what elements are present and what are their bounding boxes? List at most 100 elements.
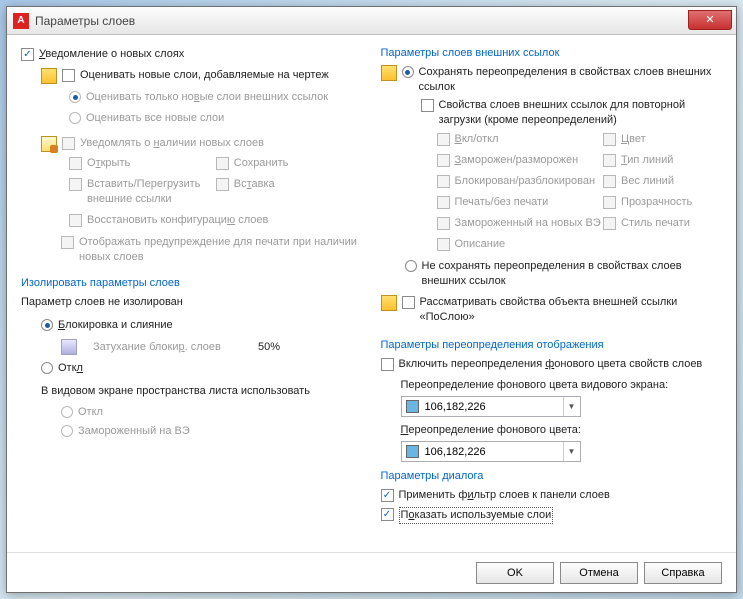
- paperspace-label: В видовом экране пространства листа испо…: [41, 384, 310, 399]
- save-override-label: Сохранять переопределения в свойствах сл…: [419, 65, 723, 95]
- frozen-label: Заморожен/разморожен: [455, 153, 579, 168]
- chevron-down-icon: ▼: [563, 397, 580, 416]
- help-button[interactable]: Справка: [644, 562, 722, 584]
- frozen-vp-radio: [61, 425, 73, 437]
- xref-section-title: Параметры слоев внешних ссылок: [381, 47, 723, 59]
- dialog-title: Параметры слоев: [35, 14, 688, 28]
- xref-icon: [381, 65, 397, 81]
- ok-button[interactable]: OK: [476, 562, 554, 584]
- insert-label: Вставка: [234, 177, 275, 192]
- eval-xref-label: Оценивать только новые слои внешних ссыл…: [86, 90, 328, 105]
- vp-color-combo[interactable]: 106,182,226 ▼: [401, 396, 581, 417]
- linetype-cb: [603, 154, 616, 167]
- plotstyle-cb: [603, 217, 616, 230]
- lock-merge-radio[interactable]: [41, 319, 53, 331]
- notify-presence-label: Уведомлять о наличии новых слоев: [80, 136, 264, 151]
- trans-cb: [603, 196, 616, 209]
- plot-cb: [437, 196, 450, 209]
- color-cb: [603, 133, 616, 146]
- evaluate-layers-checkbox[interactable]: [62, 69, 75, 82]
- open-checkbox: [69, 157, 82, 170]
- no-save-override-label: Не сохранять переопределения в свойствах…: [422, 259, 723, 289]
- enable-bg-override-label: Включить переопределения фонового цвета …: [399, 357, 703, 372]
- dlg-section-title: Параметры диалога: [381, 470, 723, 482]
- vp-color-header: Переопределение фонового цвета видового …: [401, 378, 669, 393]
- fade-icon: [61, 339, 77, 355]
- onoff-cb: [437, 133, 450, 146]
- notify-new-layers-label: Уведомление о новых слоях: [39, 47, 184, 62]
- override-disp-title: Параметры переопределения отображения: [381, 339, 723, 351]
- lineweight-cb: [603, 175, 616, 188]
- desc-label: Описание: [455, 237, 506, 252]
- evaluate-layers-label: Оценивать новые слои, добавляемые на чер…: [80, 68, 329, 83]
- onoff-label: Вкл/откл: [455, 132, 499, 147]
- plot-label: Печать/без печати: [455, 195, 549, 210]
- no-save-override-radio[interactable]: [405, 260, 417, 272]
- layer-settings-dialog: A Параметры слоев ✕ Уведомление о новых …: [6, 6, 737, 593]
- enable-bg-override-checkbox[interactable]: [381, 358, 394, 371]
- off2-radio: [61, 406, 73, 418]
- isolate-section-title: Изолировать параметры слоев: [21, 277, 363, 289]
- close-button[interactable]: ✕: [688, 10, 732, 30]
- frozen-new-cb: [437, 217, 450, 230]
- locked-label: Блокирован/разблокирован: [455, 174, 596, 189]
- eval-all-label: Оценивать все новые слои: [86, 111, 224, 126]
- off-label: Откл: [58, 361, 83, 376]
- trans-label: Прозрачность: [621, 195, 692, 210]
- titlebar: A Параметры слоев ✕: [7, 7, 736, 35]
- left-column: Уведомление о новых слоях document.curre…: [21, 47, 363, 548]
- layer-icon: [41, 68, 57, 84]
- eval-all-radio: [69, 112, 81, 124]
- notify-new-layers-checkbox[interactable]: [21, 48, 34, 61]
- treat-bylayer-checkbox[interactable]: [402, 296, 415, 309]
- xref-color-header: Переопределение фонового цвета:: [401, 423, 581, 438]
- lineweight-label: Вес линий: [621, 174, 674, 189]
- treat-bylayer-label: Рассматривать свойства объекта внешней с…: [420, 295, 723, 325]
- reload-props-label: Свойства слоев внешних ссылок для повтор…: [439, 98, 723, 128]
- apply-filter-checkbox[interactable]: [381, 489, 394, 502]
- frozen-vp-label: Замороженный на ВЭ: [78, 424, 190, 439]
- apply-filter-label: Применить фильтр слоев к панели слоев: [399, 488, 610, 503]
- not-isolated-label: Параметр слоев не изолирован: [21, 295, 183, 310]
- insert-reload-label: Вставить/Перегрузить внешние ссылки: [87, 177, 216, 207]
- open-label: Открыть: [87, 156, 130, 171]
- save-label: Сохранить: [234, 156, 289, 171]
- desc-cb: [437, 238, 450, 251]
- app-icon: A: [13, 13, 29, 29]
- notify-icon: [41, 136, 57, 152]
- xref-color-combo[interactable]: 106,182,226 ▼: [401, 441, 581, 462]
- eval-xref-radio: [69, 91, 81, 103]
- off2-label: Откл: [78, 405, 103, 420]
- insert-checkbox: [216, 178, 229, 191]
- right-column: Параметры слоев внешних ссылок Сохранять…: [381, 47, 723, 548]
- fade-lock-label: Затухание блокир. слоев: [93, 340, 223, 355]
- show-used-label: Показать используемые слои: [399, 507, 554, 524]
- xref-color-swatch: [406, 445, 419, 458]
- lock-merge-label: Блокировка и слияние: [58, 318, 173, 333]
- print-warn-label: Отображать предупреждение для печати при…: [79, 235, 363, 265]
- chevron-down-icon: ▼: [563, 442, 580, 461]
- notify-presence-checkbox: [62, 137, 75, 150]
- dialog-body: Уведомление о новых слоях document.curre…: [7, 35, 736, 552]
- fade-pct: 50%: [258, 340, 280, 355]
- restore-config-checkbox: [69, 214, 82, 227]
- dialog-footer: OK Отмена Справка: [7, 552, 736, 592]
- plotstyle-label: Стиль печати: [621, 216, 690, 231]
- restore-config-label: Восстановить конфигурацию слоев: [87, 213, 268, 228]
- frozen-cb: [437, 154, 450, 167]
- color-label: Цвет: [621, 132, 646, 147]
- frozen-new-label: Замороженный на новых ВЭ: [455, 216, 601, 231]
- cancel-button[interactable]: Отмена: [560, 562, 638, 584]
- print-warn-checkbox: [61, 236, 74, 249]
- locked-cb: [437, 175, 450, 188]
- xref-color-value: 106,182,226: [425, 446, 486, 458]
- insert-reload-checkbox: [69, 178, 82, 191]
- reload-props-checkbox[interactable]: [421, 99, 434, 112]
- vp-color-swatch: [406, 400, 419, 413]
- off-radio[interactable]: [41, 362, 53, 374]
- save-override-radio[interactable]: [402, 66, 414, 78]
- vp-color-value: 106,182,226: [425, 401, 486, 413]
- bylayer-icon: [381, 295, 397, 311]
- show-used-checkbox[interactable]: [381, 508, 394, 521]
- linetype-label: Тип линий: [621, 153, 673, 168]
